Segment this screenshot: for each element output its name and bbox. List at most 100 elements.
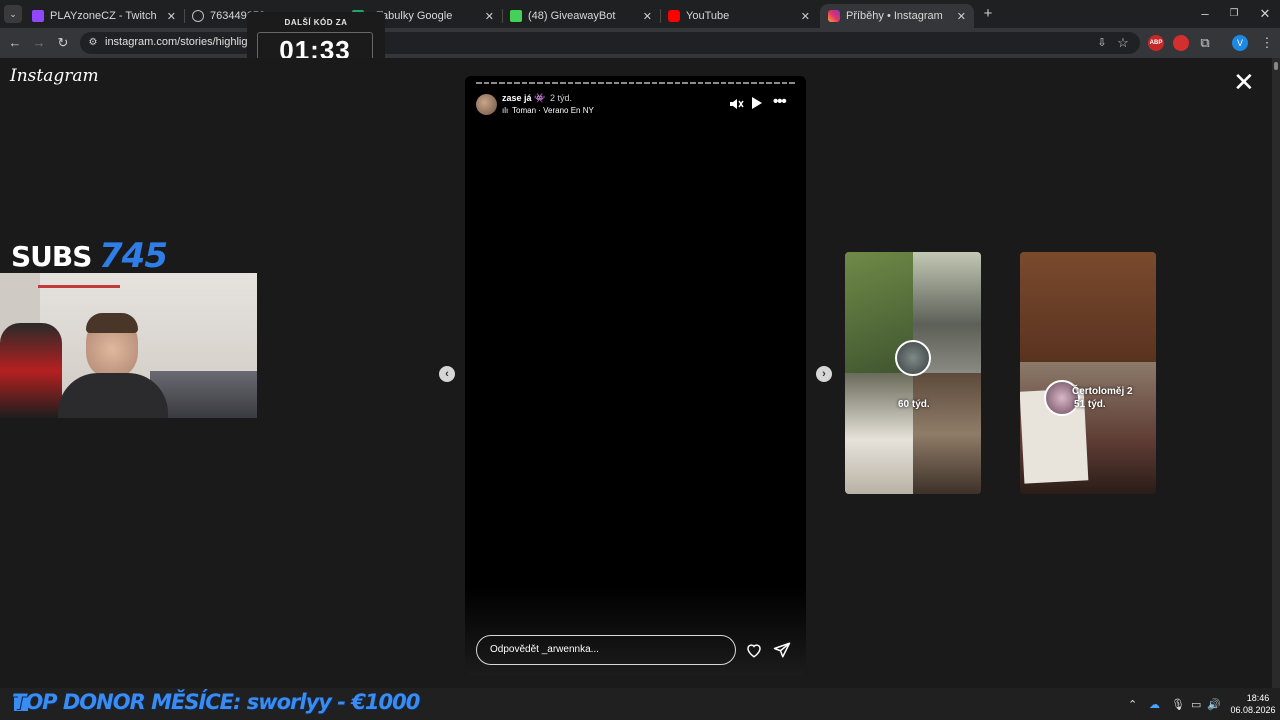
tab-instagram[interactable]: Příběhy • Instagram ✕ — [820, 4, 974, 28]
play-svg — [752, 97, 762, 109]
profile-avatar-icon[interactable]: V — [1232, 35, 1248, 51]
close-window-icon[interactable]: ✕ — [1256, 5, 1274, 23]
volume-speaker-icon[interactable]: 🔊 — [1207, 698, 1221, 711]
more-options-icon[interactable]: ••• — [773, 94, 791, 110]
send-paper-plane-icon[interactable] — [773, 641, 791, 659]
story-progress-bar — [476, 82, 795, 84]
story-author-name[interactable]: zase já — [502, 93, 532, 103]
muted-speaker-svg — [730, 99, 744, 109]
progress-segment — [705, 82, 711, 84]
story-music-label[interactable]: Toman · Verano En NY — [512, 106, 594, 115]
forward-arrow-icon[interactable]: → — [30, 34, 48, 52]
progress-segment — [598, 82, 604, 84]
preview-author-name: Čertoloměj 2 — [1072, 386, 1133, 397]
site-info-icon[interactable]: ⚙ — [84, 34, 102, 52]
preview-photo-cabinet — [1020, 252, 1156, 362]
progress-segment — [537, 82, 543, 84]
instagram-logo[interactable]: Instagram — [10, 66, 99, 86]
progress-segment — [552, 82, 559, 84]
progress-segment — [613, 82, 620, 84]
browser-menu-icon[interactable]: ⋮ — [1258, 34, 1276, 52]
progress-segment — [575, 82, 581, 84]
close-stories-icon[interactable]: ✕ — [1233, 69, 1255, 95]
progress-segment — [567, 82, 574, 84]
adblock-icon[interactable]: ABP — [1148, 35, 1164, 51]
progress-segment — [521, 82, 528, 84]
close-tab-icon[interactable]: ✕ — [801, 10, 810, 23]
muted-speaker-icon[interactable] — [728, 96, 744, 112]
progress-segment — [628, 82, 635, 84]
close-tab-icon[interactable]: ✕ — [485, 10, 494, 23]
previous-story-arrow-icon[interactable]: ‹ — [439, 366, 455, 382]
tab-label: PLAYzoneCZ - Twitch — [50, 10, 157, 22]
send-svg — [773, 642, 791, 658]
progress-segment — [682, 82, 688, 84]
progress-segment — [582, 82, 589, 84]
minimize-icon[interactable]: – — [1196, 5, 1214, 23]
url-text[interactable]: instagram.com/stories/highlights/ — [105, 36, 265, 48]
preview-timestamp: 51 týd. — [1074, 399, 1106, 410]
story-reply-input[interactable]: Odpovědět _arwennka... — [476, 635, 736, 665]
restore-icon[interactable]: ❐ — [1225, 5, 1243, 23]
progress-segment — [720, 82, 727, 84]
network-monitor-icon[interactable]: ▭ — [1191, 698, 1201, 711]
tray-chevron-up-icon[interactable]: ⌃ — [1128, 698, 1137, 711]
microphone-icon[interactable]: 🎙 — [1171, 698, 1185, 711]
tab-giveawaybot[interactable]: (48) GiveawayBot ✕ — [502, 4, 660, 28]
tab-label: YouTube — [686, 10, 730, 22]
close-tab-icon[interactable]: ✕ — [167, 10, 176, 23]
progress-segment — [491, 82, 497, 84]
progress-segment — [728, 82, 734, 84]
next-story-preview[interactable]: 60 týd. — [845, 252, 981, 494]
tab-twitch[interactable]: PLAYzoneCZ - Twitch ✕ — [24, 4, 184, 28]
progress-segment — [773, 82, 780, 84]
progress-segment — [590, 82, 597, 84]
onedrive-cloud-icon[interactable]: ☁ — [1149, 698, 1160, 711]
new-tab-icon[interactable]: + — [979, 5, 997, 23]
progress-segment — [636, 82, 643, 84]
close-tab-icon[interactable]: ✕ — [643, 10, 652, 23]
scrollbar-thumb[interactable] — [1274, 62, 1278, 70]
progress-segment — [621, 82, 627, 84]
progress-segment — [789, 82, 795, 84]
tab-label: - Tabulky Google — [370, 10, 453, 22]
taskbar-clock-date[interactable]: 06.08.2026 — [1228, 705, 1278, 715]
progress-segment — [667, 82, 673, 84]
next-story-preview[interactable]: Čertoloměj 2 51 týd. — [1020, 252, 1156, 494]
story-timestamp: 2 týd. — [550, 93, 573, 103]
story-viewer[interactable] — [465, 76, 806, 676]
close-tab-icon[interactable]: ✕ — [957, 10, 966, 23]
tab-list-chevron-icon[interactable]: ⌄ — [4, 5, 22, 23]
reload-icon[interactable]: ↻ — [54, 34, 72, 52]
progress-segment — [712, 82, 719, 84]
preview-photo-cat-tabby — [913, 373, 981, 494]
progress-segment — [766, 82, 772, 84]
story-author-avatar[interactable] — [476, 94, 497, 115]
preview-timestamp: 60 týd. — [898, 399, 930, 410]
install-app-icon[interactable]: ⇩ — [1093, 34, 1111, 52]
play-icon[interactable] — [751, 96, 765, 112]
back-arrow-icon[interactable]: ← — [6, 34, 24, 52]
extensions-puzzle-icon[interactable]: ⧉ — [1196, 34, 1214, 52]
subs-count: 745 — [99, 236, 168, 276]
globe-icon — [192, 10, 204, 22]
tab-youtube[interactable]: YouTube ✕ — [660, 4, 818, 28]
progress-segment — [751, 82, 757, 84]
taskbar-clock-time[interactable]: 18:46 — [1238, 693, 1278, 703]
progress-segment — [689, 82, 696, 84]
page-scrollbar[interactable] — [1272, 58, 1280, 688]
progress-segment — [659, 82, 666, 84]
bookmark-star-icon[interactable]: ☆ — [1114, 34, 1132, 52]
progress-segment — [697, 82, 704, 84]
story-author-emoji: 👾 — [534, 93, 546, 103]
preview-photo-cat-white — [845, 373, 913, 494]
progress-segment — [644, 82, 650, 84]
instagram-icon — [828, 10, 840, 22]
progress-segment — [506, 82, 513, 84]
progress-segment — [498, 82, 505, 84]
heart-icon[interactable] — [745, 641, 763, 659]
next-story-arrow-icon[interactable]: › — [816, 366, 832, 382]
extension-red-icon[interactable] — [1173, 35, 1189, 51]
streamer-webcam — [0, 273, 257, 418]
tab-label: Příběhy • Instagram — [846, 10, 943, 22]
